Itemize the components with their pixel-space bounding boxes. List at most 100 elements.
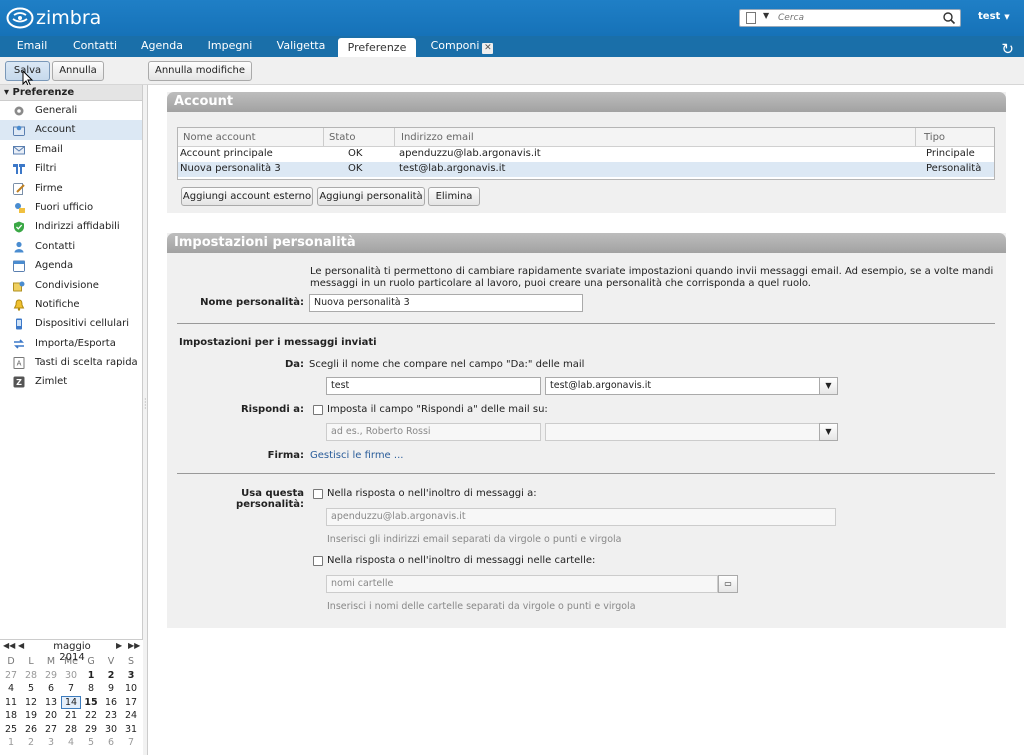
folder-picker-icon[interactable]: ▭ — [718, 575, 738, 593]
sidebar-item-tasti-scelta-rapida[interactable]: A Tasti di scelta rapida — [0, 353, 142, 372]
calendar-day[interactable]: 1 — [81, 669, 101, 683]
refresh-icon[interactable]: ↻ — [1001, 40, 1014, 58]
calendar-day[interactable]: 15 — [81, 696, 101, 710]
search-type-dropdown-icon[interactable]: ▼ — [763, 11, 769, 20]
sidebar-item-firme[interactable]: Firme — [0, 179, 142, 198]
chevron-down-icon[interactable]: ▼ — [819, 377, 838, 395]
next-month-icon[interactable]: ▶ — [116, 641, 122, 650]
calendar-day[interactable]: 25 — [1, 723, 21, 737]
calendar-day[interactable]: 10 — [121, 682, 141, 696]
tab-email[interactable]: Email — [10, 36, 54, 57]
cancel-button[interactable]: Annulla — [52, 61, 104, 81]
sidebar-item-agenda[interactable]: Agenda — [0, 256, 142, 275]
sidebar-item-contatti[interactable]: Contatti — [0, 237, 142, 256]
tab-agenda[interactable]: Agenda — [136, 36, 188, 57]
sidebar-item-notifiche[interactable]: Notifiche — [0, 295, 142, 314]
column-header[interactable]: Indirizzo email — [401, 132, 474, 143]
search-icon[interactable] — [942, 11, 956, 25]
sidebar-item-generali[interactable]: Generali — [0, 101, 142, 120]
sidebar-item-indirizzi-affidabili[interactable]: Indirizzi affidabili — [0, 217, 142, 236]
use-on-reply-addresses-field[interactable]: apenduzzu@lab.argonavis.it — [326, 508, 836, 526]
calendar-day[interactable]: 27 — [1, 669, 21, 683]
calendar-day[interactable]: 29 — [81, 723, 101, 737]
use-in-folders-checkbox[interactable] — [313, 556, 323, 566]
document-icon[interactable] — [746, 12, 756, 24]
sidebar-item-email[interactable]: Email — [0, 140, 142, 159]
table-row[interactable]: Account principale OK apenduzzu@lab.argo… — [178, 147, 994, 162]
calendar-day[interactable]: 3 — [41, 736, 61, 750]
sidebar-splitter[interactable] — [143, 85, 148, 755]
search-input[interactable] — [778, 11, 938, 25]
calendar-day[interactable]: 3 — [121, 669, 141, 683]
column-header[interactable]: Nome account — [183, 132, 256, 143]
add-external-account-button[interactable]: Aggiungi account esterno — [181, 187, 313, 206]
calendar-day[interactable]: 2 — [21, 736, 41, 750]
undo-changes-button[interactable]: Annulla modifiche — [148, 61, 252, 81]
reply-to-address-field[interactable] — [545, 423, 820, 441]
sidebar-item-fuori-ufficio[interactable]: Fuori ufficio — [0, 198, 142, 217]
calendar-day[interactable]: 13 — [41, 696, 61, 710]
calendar-day[interactable]: 11 — [1, 696, 21, 710]
chevron-down-icon[interactable]: ▼ — [819, 423, 838, 441]
sidebar-header[interactable]: ▾ Preferenze — [0, 85, 142, 101]
calendar-day[interactable]: 5 — [81, 736, 101, 750]
calendar-day[interactable]: 16 — [101, 696, 121, 710]
sidebar-item-zimlet[interactable]: Z Zimlet — [0, 372, 142, 391]
reply-to-name-field[interactable]: ad es., Roberto Rossi — [326, 423, 541, 441]
calendar-day[interactable]: 8 — [81, 682, 101, 696]
tab-valigetta[interactable]: Valigetta — [272, 36, 330, 57]
prev-month-icon[interactable]: ◀ — [18, 641, 24, 650]
tab-componi[interactable]: Componi ✕ — [426, 36, 498, 57]
calendar-day[interactable]: 30 — [101, 723, 121, 737]
tab-contatti[interactable]: Contatti — [67, 36, 123, 57]
calendar-day[interactable]: 23 — [101, 709, 121, 723]
table-row[interactable]: Nuova personalità 3 OK test@lab.argonavi… — [178, 162, 994, 177]
sidebar-item-filtri[interactable]: Filtri — [0, 159, 142, 178]
calendar-day[interactable]: 5 — [21, 682, 41, 696]
calendar-day[interactable]: 4 — [1, 682, 21, 696]
calendar-day[interactable]: 4 — [61, 736, 81, 750]
delete-button[interactable]: Elimina — [428, 187, 480, 206]
calendar-day[interactable]: 1 — [1, 736, 21, 750]
calendar-day[interactable]: 12 — [21, 696, 41, 710]
calendar-day[interactable]: 22 — [81, 709, 101, 723]
calendar-day[interactable]: 19 — [21, 709, 41, 723]
sidebar-item-importa-esporta[interactable]: Importa/Esporta — [0, 334, 142, 353]
calendar-day[interactable]: 30 — [61, 669, 81, 683]
zimbra-logo[interactable]: zimbra — [6, 6, 101, 30]
persona-name-field[interactable]: Nuova personalità 3 — [309, 294, 583, 312]
calendar-day[interactable]: 28 — [21, 669, 41, 683]
user-menu[interactable]: test ▼ — [978, 11, 1010, 22]
calendar-day[interactable]: 26 — [21, 723, 41, 737]
use-on-reply-checkbox[interactable] — [313, 489, 323, 499]
next-year-icon[interactable]: ▶▶ — [128, 641, 140, 650]
calendar-day[interactable]: 6 — [101, 736, 121, 750]
calendar-day[interactable]: 2 — [101, 669, 121, 683]
close-icon[interactable]: ✕ — [482, 43, 494, 54]
from-name-field[interactable]: test — [326, 377, 541, 395]
search-box[interactable]: ▼ — [739, 9, 961, 27]
calendar-day[interactable]: 6 — [41, 682, 61, 696]
column-header[interactable]: Stato — [329, 132, 355, 143]
tab-impegni[interactable]: Impegni — [202, 36, 258, 57]
manage-signatures-link[interactable]: Gestisci le firme ... — [310, 450, 403, 461]
calendar-day[interactable]: 18 — [1, 709, 21, 723]
from-address-field[interactable]: test@lab.argonavis.it — [545, 377, 820, 395]
calendar-day[interactable]: 21 — [61, 709, 81, 723]
calendar-day[interactable]: 9 — [101, 682, 121, 696]
calendar-day[interactable]: 27 — [41, 723, 61, 737]
reply-to-checkbox[interactable] — [313, 405, 323, 415]
tab-preferenze[interactable]: Preferenze — [338, 38, 416, 57]
calendar-day[interactable]: 7 — [61, 682, 81, 696]
calendar-day[interactable]: 31 — [121, 723, 141, 737]
sidebar-item-condivisione[interactable]: Condivisione — [0, 276, 142, 295]
sidebar-item-dispositivi-cellulari[interactable]: Dispositivi cellulari — [0, 314, 142, 333]
calendar-day[interactable]: 7 — [121, 736, 141, 750]
folder-names-field[interactable]: nomi cartelle — [326, 575, 718, 593]
calendar-day[interactable]: 24 — [121, 709, 141, 723]
calendar-day[interactable]: 29 — [41, 669, 61, 683]
column-header[interactable]: Tipo — [924, 132, 945, 143]
calendar-day[interactable]: 28 — [61, 723, 81, 737]
splitter-grip-icon[interactable]: · · · · — [144, 396, 147, 413]
calendar-day[interactable]: 20 — [41, 709, 61, 723]
